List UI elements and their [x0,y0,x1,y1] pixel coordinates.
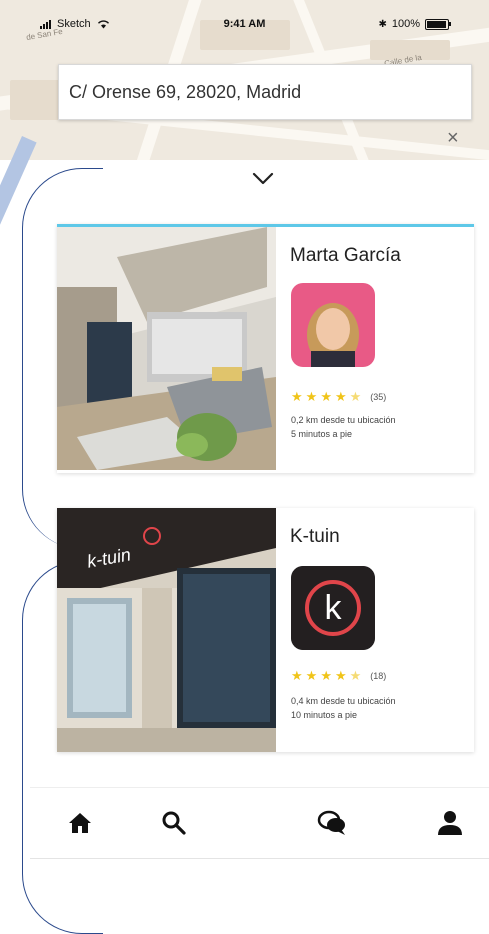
review-count: (35) [370,392,387,402]
address-text: C/ Orense 69, 28020, Madrid [69,81,302,102]
address-search-field[interactable]: C/ Orense 69, 28020, Madrid [58,64,472,120]
listing-info: Marta García ★ ★ ★ ★ ★ (35) 0,2 km desde tu … [276,227,474,473]
listing-name[interactable]: K-tuin [290,526,340,548]
walk-time-text: 10 minutos a pie [291,710,358,720]
listing-info: K-tuin k ★ ★ ★ ★ ★ (18) 0,4 km desde tu ubic… [276,508,474,752]
status-bar: Sketch 9:41 AM ✱ 100% [0,0,489,36]
avatar [291,283,375,367]
review-count: (18) [370,671,387,681]
battery-icon [425,18,451,30]
close-icon[interactable]: × [447,128,459,148]
listing-photo [57,227,276,473]
brand-logo: k [291,566,375,650]
distance-text: 0,4 km desde tu ubicación [291,696,396,706]
battery-label: 100% [391,18,420,30]
result-card[interactable]: Marta García ★ ★ ★ ★ ★ (35) 0,2 km desde tu … [57,224,474,473]
listing-meta: 0,4 km desde tu ubicación 10 minutos a p… [291,694,396,722]
listing-photo: k-tuin [57,508,276,752]
search-icon[interactable] [156,805,192,841]
rating-stars: ★ ★ ★ ★ ★ (35) [291,389,387,404]
distance-text: 0,2 km desde tu ubicación [291,415,396,425]
bottom-nav [30,787,489,857]
home-icon[interactable] [62,805,98,841]
divider [30,858,489,859]
profile-icon[interactable] [432,805,468,841]
store-photo [57,508,276,752]
chat-icon[interactable] [314,805,350,841]
chevron-down-icon[interactable] [252,172,274,186]
living-room-photo [57,227,276,470]
listing-meta: 0,2 km desde tu ubicación 5 minutos a pi… [291,413,396,441]
rating-stars: ★ ★ ★ ★ ★ (18) [291,668,387,683]
walk-time-text: 5 minutos a pie [291,429,353,439]
logo-letter: k [324,588,342,627]
bluetooth-icon: ✱ [378,18,387,30]
result-card[interactable]: k-tuin K-tuin k ★ ★ ★ ★ ★ (18) 0,4 km desde … [57,508,474,752]
listing-name[interactable]: Marta García [290,245,401,267]
avatar-photo [291,283,375,367]
